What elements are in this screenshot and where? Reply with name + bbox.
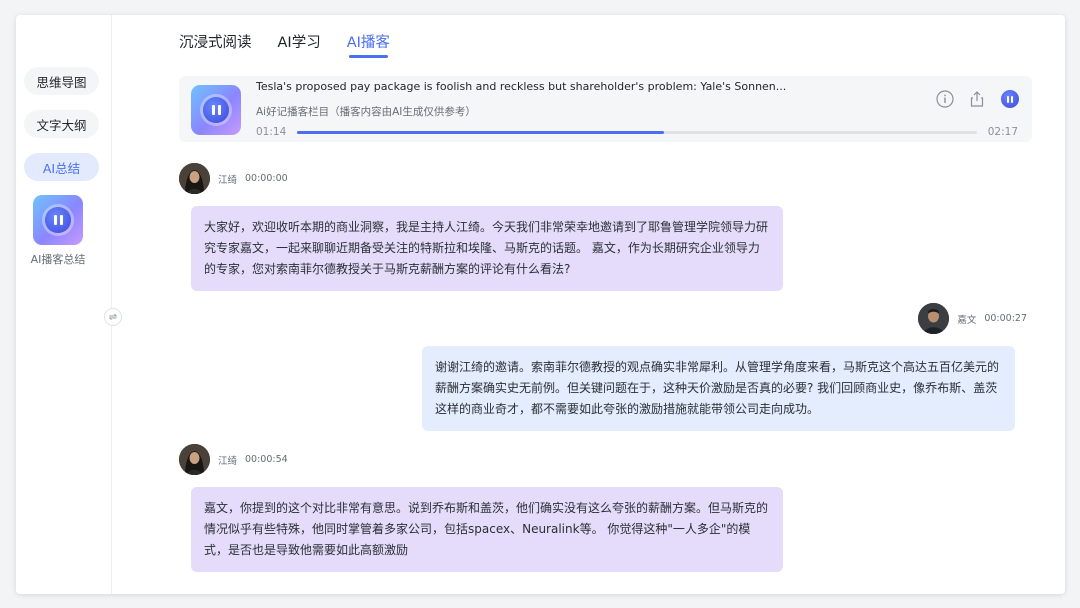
message-header: 江绮 00:00:00 xyxy=(179,163,288,194)
pause-icon xyxy=(203,97,229,123)
avatar xyxy=(179,444,210,475)
info-icon[interactable] xyxy=(935,89,955,109)
message-header: 江绮 00:00:54 xyxy=(179,444,288,475)
pause-icon xyxy=(1001,90,1019,108)
share-icon[interactable] xyxy=(967,89,987,109)
podcast-player: Tesla's proposed pay package is foolish … xyxy=(179,76,1032,142)
speaker-name: 江绮 xyxy=(218,174,238,186)
message-header: 00:00:27 嘉文 xyxy=(918,303,1027,334)
timestamp: 00:00:54 xyxy=(245,454,288,465)
sidebar-item-outline[interactable]: 文字大纲 xyxy=(24,110,99,138)
progress-bar[interactable] xyxy=(297,131,977,134)
avatar xyxy=(179,163,210,194)
speaker-name: 江绮 xyxy=(218,455,238,467)
sidebar-item-ai-summary[interactable]: AI总结 xyxy=(24,153,99,181)
tab-ai-podcast[interactable]: AI播客 xyxy=(347,31,390,58)
message-bubble: 大家好，欢迎收听本期的商业洞察，我是主持人江绮。今天我们非常荣幸地邀请到了耶鲁管… xyxy=(191,206,783,291)
episode-subtitle: Ai好记播客栏目（播客内容由AI生成仅供参考） xyxy=(256,106,476,118)
app-window: 思维导图 文字大纲 AI总结 AI播客总结 ⇌ 沉浸式阅读 AI学习 AI播客 … xyxy=(16,15,1065,594)
pause-button[interactable] xyxy=(1000,89,1020,109)
sidebar-item-mindmap[interactable]: 思维导图 xyxy=(24,67,99,95)
avatar xyxy=(918,303,950,334)
podcast-cover[interactable] xyxy=(191,85,241,135)
episode-title: Tesla's proposed pay package is foolish … xyxy=(256,80,787,93)
tab-immersive-reading[interactable]: 沉浸式阅读 xyxy=(179,31,252,58)
message-bubble: 谢谢江绮的邀请。索南菲尔德教授的观点确实非常犀利。从管理学角度来看，马斯克这个高… xyxy=(422,346,1015,431)
collapse-sidebar-icon[interactable]: ⇌ xyxy=(104,308,122,326)
message-bubble: 嘉文，你提到的这个对比非常有意思。说到乔布斯和盖茨，他们确实没有这么夸张的薪酬方… xyxy=(191,487,783,572)
timestamp: 00:00:27 xyxy=(984,313,1027,324)
sidebar-item-podcast-summary[interactable]: AI播客总结 xyxy=(28,195,88,267)
speaker-name: 嘉文 xyxy=(957,314,977,326)
tab-ai-learning[interactable]: AI学习 xyxy=(278,31,321,58)
podcast-thumbnail xyxy=(33,195,83,245)
progress-fill xyxy=(297,131,665,134)
total-time: 02:17 xyxy=(987,126,1018,138)
sidebar: 思维导图 文字大纲 AI总结 AI播客总结 xyxy=(16,15,112,594)
current-time: 01:14 xyxy=(256,126,287,138)
tab-bar: 沉浸式阅读 AI学习 AI播客 xyxy=(179,31,390,58)
pause-icon xyxy=(45,207,71,233)
timestamp: 00:00:00 xyxy=(245,173,288,184)
podcast-summary-label: AI播客总结 xyxy=(30,253,86,266)
